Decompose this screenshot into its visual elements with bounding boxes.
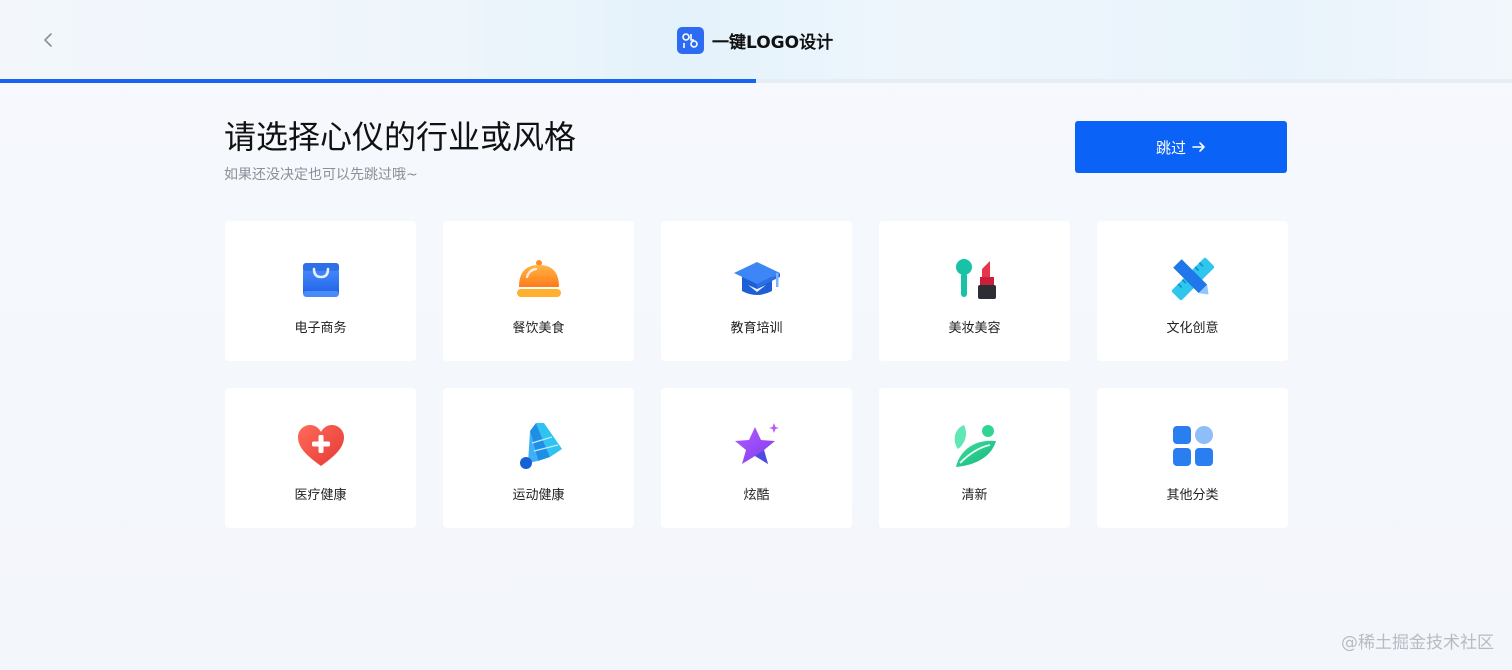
header-title: 一键LOGO设计	[712, 32, 834, 53]
header-title-group: 一键LOGO设计	[677, 26, 833, 54]
heart-plus-icon	[296, 421, 346, 471]
category-label: 其他分类	[1166, 488, 1219, 503]
category-label: 运动健康	[512, 488, 565, 503]
lipstick-icon	[950, 254, 1000, 304]
back-button[interactable]	[36, 28, 60, 52]
category-grid: 电子商务 餐饮美食 教育培训 美妆美容 文化创意 医疗健康 运动健康 炫酷 清新…	[225, 221, 1288, 528]
ruler-pencil-icon	[1168, 254, 1218, 304]
chevron-left-icon	[44, 33, 52, 47]
category-label: 餐饮美食	[512, 321, 565, 336]
category-label: 电子商务	[294, 321, 347, 336]
shopping-bag-icon	[296, 254, 346, 304]
category-card-food[interactable]: 餐饮美食	[443, 221, 634, 361]
watermark: @稀土掘金技术社区	[1341, 633, 1494, 653]
skip-button-label: 跳过	[1155, 138, 1186, 157]
category-card-beauty[interactable]: 美妆美容	[879, 221, 1070, 361]
grid-icon	[1168, 421, 1218, 471]
category-label: 教育培训	[730, 321, 783, 336]
food-cloche-icon	[514, 254, 564, 304]
graduation-cap-icon	[732, 254, 782, 304]
leaf-icon	[950, 421, 1000, 471]
page-title: 请选择心仪的行业或风格	[224, 118, 577, 156]
skip-button[interactable]: 跳过	[1075, 121, 1287, 173]
category-label: 医疗健康	[294, 488, 347, 503]
star-icon	[732, 421, 782, 471]
category-label: 美妆美容	[948, 321, 1001, 336]
category-card-ecommerce[interactable]: 电子商务	[225, 221, 416, 361]
logo-icon	[677, 26, 704, 54]
category-card-fresh[interactable]: 清新	[879, 388, 1070, 528]
category-card-cool[interactable]: 炫酷	[661, 388, 852, 528]
shuttlecock-icon	[514, 421, 564, 471]
category-label: 炫酷	[743, 488, 770, 503]
category-card-other[interactable]: 其他分类	[1097, 388, 1288, 528]
progress-fill	[0, 79, 756, 83]
page: 一键LOGO设计 请选择心仪的行业或风格 如果还没决定也可以先跳过哦~ 跳过 电…	[0, 0, 1512, 670]
category-card-medical[interactable]: 医疗健康	[225, 388, 416, 528]
category-label: 文化创意	[1166, 321, 1219, 336]
page-subtitle: 如果还没决定也可以先跳过哦~	[224, 167, 418, 183]
progress-bar	[0, 79, 1512, 83]
category-card-culture[interactable]: 文化创意	[1097, 221, 1288, 361]
category-card-sports[interactable]: 运动健康	[443, 388, 634, 528]
header: 一键LOGO设计	[0, 0, 1512, 79]
category-label: 清新	[961, 488, 988, 503]
category-card-education[interactable]: 教育培训	[661, 221, 852, 361]
arrow-right-icon	[1192, 142, 1205, 152]
